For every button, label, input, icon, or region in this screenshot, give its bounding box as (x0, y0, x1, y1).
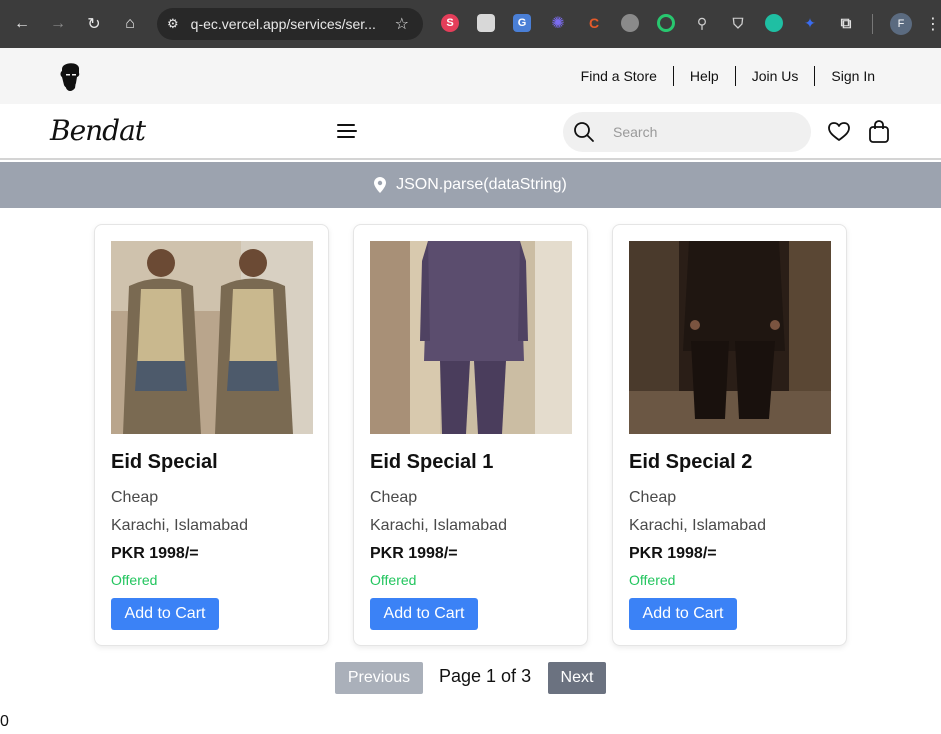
chat-extension-icon[interactable] (765, 14, 783, 32)
extensions-puzzle-icon[interactable]: ⧉ (837, 14, 855, 32)
product-cities: Karachi, Islamabad (370, 517, 507, 534)
location-banner: JSON.parse(dataString) (0, 162, 941, 208)
magnifier-extension-icon[interactable]: ⚲ (693, 14, 711, 32)
site-info-icon[interactable]: ⚙ (167, 16, 179, 32)
product-card[interactable]: Eid Special 1 Cheap Karachi, Islamabad P… (353, 224, 588, 646)
logo[interactable]: Bendat (50, 114, 146, 147)
add-to-cart-button[interactable]: Add to Cart (370, 598, 478, 630)
url-text: q-ec.vercel.app/services/ser... (190, 16, 376, 32)
join-us-link[interactable]: Join Us (736, 68, 815, 84)
find-store-link[interactable]: Find a Store (565, 68, 673, 84)
product-cities: Karachi, Islamabad (111, 517, 248, 534)
counter-text: 0 (0, 713, 9, 730)
product-price: PKR 1998/= (370, 545, 458, 562)
add-to-cart-button[interactable]: Add to Cart (629, 598, 737, 630)
extension-icon[interactable] (657, 14, 675, 32)
home-icon[interactable]: ⌂ (117, 11, 143, 37)
product-subtitle: Cheap (629, 489, 677, 506)
top-nav-links: Find a Store Help Join Us Sign In (565, 66, 875, 86)
forward-icon[interactable]: → (45, 11, 71, 37)
product-image[interactable] (111, 241, 313, 434)
address-bar[interactable]: ⚙ q-ec.vercel.app/services/ser... ☆ (157, 8, 423, 40)
search-bar (563, 112, 811, 152)
extension-icon[interactable]: ✦ (801, 14, 819, 32)
product-subtitle: Cheap (370, 489, 418, 506)
extension-icon[interactable]: C (585, 14, 603, 32)
brand-head-icon[interactable] (56, 59, 84, 93)
sign-in-link[interactable]: Sign In (815, 68, 875, 84)
shield-extension-icon[interactable]: ⛉ (729, 14, 747, 32)
hamburger-menu-icon[interactable] (337, 124, 357, 140)
product-cities: Karachi, Islamabad (629, 517, 766, 534)
heart-icon[interactable] (828, 122, 850, 142)
product-price: PKR 1998/= (111, 545, 199, 562)
location-pin-icon (374, 177, 387, 193)
help-link[interactable]: Help (674, 68, 735, 84)
previous-page-button[interactable]: Previous (335, 662, 423, 694)
product-title[interactable]: Eid Special 1 (370, 451, 493, 474)
product-status: Offered (111, 572, 158, 588)
location-text: JSON.parse(dataString) (396, 176, 567, 193)
product-status: Offered (629, 572, 676, 588)
product-card[interactable]: Eid Special 2 Cheap Karachi, Islamabad P… (612, 224, 847, 646)
product-price: PKR 1998/= (629, 545, 717, 562)
product-status: Offered (370, 572, 417, 588)
pagination: Previous Page 1 of 3 Next (0, 662, 941, 694)
extension-icon[interactable]: ✺ (549, 14, 567, 32)
search-input[interactable] (613, 124, 793, 140)
reload-icon[interactable]: ↻ (81, 11, 107, 37)
product-image[interactable] (370, 241, 572, 434)
product-title[interactable]: Eid Special 2 (629, 451, 752, 474)
add-to-cart-button[interactable]: Add to Cart (111, 598, 219, 630)
toolbar-divider (872, 14, 873, 34)
next-page-button[interactable]: Next (548, 662, 606, 694)
back-icon[interactable]: ← (9, 11, 35, 37)
extension-icon[interactable] (621, 14, 639, 32)
product-image[interactable] (629, 241, 831, 434)
browser-menu-icon[interactable]: ⋮ (925, 14, 941, 34)
extension-icon[interactable]: S (441, 14, 459, 32)
browser-toolbar: ← → ↻ ⌂ ⚙ q-ec.vercel.app/services/ser..… (0, 0, 941, 48)
main-header: Bendat (0, 104, 941, 160)
bag-icon[interactable] (868, 120, 890, 144)
search-icon[interactable] (573, 121, 595, 143)
bookmark-star-icon[interactable]: ☆ (395, 14, 409, 34)
product-card[interactable]: Eid Special Cheap Karachi, Islamabad PKR… (94, 224, 329, 646)
translate-extension-icon[interactable]: G (513, 14, 531, 32)
extension-icon[interactable] (477, 14, 495, 32)
profile-avatar[interactable]: F (890, 13, 912, 35)
page-indicator: Page 1 of 3 (439, 666, 532, 686)
utility-bar: Find a Store Help Join Us Sign In (0, 48, 941, 104)
product-subtitle: Cheap (111, 489, 159, 506)
product-title[interactable]: Eid Special (111, 451, 218, 474)
